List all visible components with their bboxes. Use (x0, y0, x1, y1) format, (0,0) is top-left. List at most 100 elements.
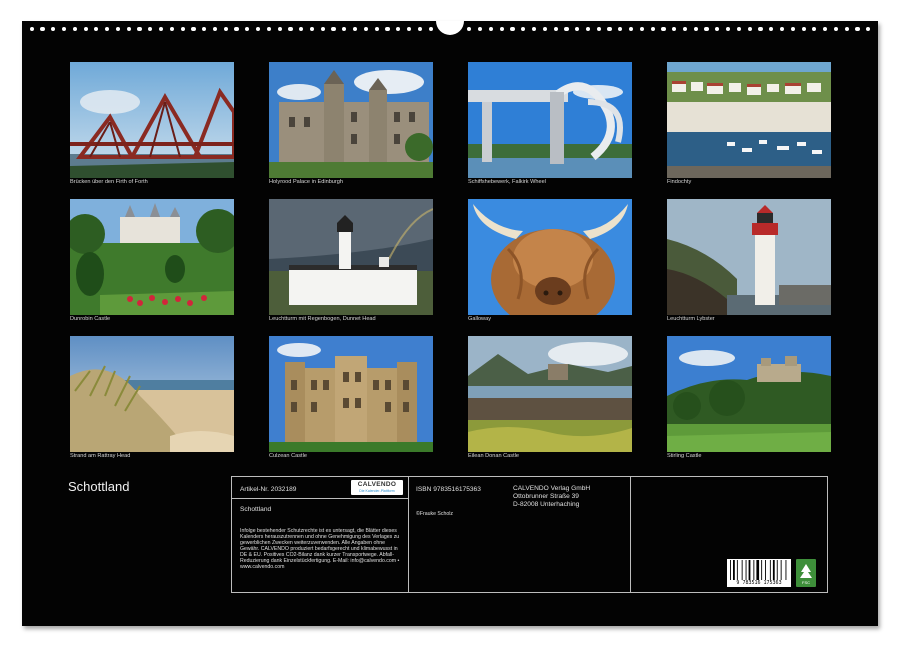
binding-hole (137, 27, 141, 31)
binding-hole (40, 27, 44, 31)
photo-caption: Schiffshebewerk, Falkirk Wheel (468, 179, 638, 185)
photo-forth-bridge (70, 62, 234, 178)
binding-hole (256, 27, 260, 31)
binding-hole (73, 27, 77, 31)
binding-hole (855, 27, 859, 31)
binding-hole (780, 27, 784, 31)
binding-hole (629, 27, 633, 31)
binding-hole (478, 27, 482, 31)
binding-hole (418, 27, 422, 31)
binding-hole (726, 27, 730, 31)
binding-hole (521, 27, 525, 31)
binding-hole (364, 27, 368, 31)
barcode-bar (777, 560, 778, 580)
binding-hole (715, 27, 719, 31)
photo-stirling-castle (667, 336, 831, 452)
binding-hole (791, 27, 795, 31)
binding-hole (554, 27, 558, 31)
binding-hole (802, 27, 806, 31)
isbn: ISBN 9783516175363 (416, 486, 481, 493)
binding-hole (127, 27, 131, 31)
binding-hole (84, 27, 88, 31)
photo-eilean-donan-castle (468, 336, 632, 452)
binding-hole (105, 27, 109, 31)
binding-hole (532, 27, 536, 31)
photo-falkirk-wheel (468, 62, 632, 178)
binding-hole (342, 27, 346, 31)
binding-hole (310, 27, 314, 31)
photo-caption: Leuchtturm mit Regenbogen, Dunnet Head (269, 316, 439, 322)
binding-hole (618, 27, 622, 31)
binding-hole (661, 27, 665, 31)
barcode-bar (753, 560, 754, 580)
binding-hole (640, 27, 644, 31)
binding-hole (607, 27, 611, 31)
photo-caption: Holyrood Palace in Edinburgh (269, 179, 439, 185)
binding-hole (543, 27, 547, 31)
binding-hole (353, 27, 357, 31)
fsc-label: FSC (796, 580, 816, 585)
binding-hole (51, 27, 55, 31)
binding-hole (704, 27, 708, 31)
binding-hole (769, 27, 773, 31)
barcode-bar (773, 560, 775, 580)
publisher-street: Ottobrunner Straße 39 (513, 493, 579, 500)
binding-hole (396, 27, 400, 31)
photo-rattray-head-beach (70, 336, 234, 452)
barcode-bar (781, 560, 782, 580)
photo-caption: Culzean Castle (269, 453, 439, 459)
photo-findochty (667, 62, 831, 178)
binding-hole (385, 27, 389, 31)
binding-hole (694, 27, 698, 31)
binding-hole (181, 27, 185, 31)
barcode-number: 9 783516 175363 (727, 580, 791, 586)
photo-caption: Dunrobin Castle (70, 316, 240, 322)
barcode-bar (730, 560, 731, 580)
binding-hole (489, 27, 493, 31)
isbn-barcode: 9 783516 175363 (727, 559, 791, 587)
binding-hole (834, 27, 838, 31)
binding-hole (170, 27, 174, 31)
binding-hole (159, 27, 163, 31)
binding-hole (651, 27, 655, 31)
barcode-bar (786, 560, 787, 580)
fsc-logo: FSC (796, 559, 816, 587)
barcode-bar (770, 560, 771, 580)
binding-hole (683, 27, 687, 31)
photographer-credit: ©Frauke Scholz (416, 511, 453, 517)
binding-hole (500, 27, 504, 31)
binding-hole (429, 27, 433, 31)
calvendo-logo: CALVENDO Die Kalender-Plattform (351, 480, 403, 495)
binding-hole (224, 27, 228, 31)
binding-hole (202, 27, 206, 31)
photo-dunnet-head-lighthouse (269, 199, 433, 315)
barcode-bar (742, 560, 743, 580)
binding-hole (288, 27, 292, 31)
barcode-bar (761, 560, 762, 580)
binding-hole (845, 27, 849, 31)
photo-caption: Brücken über den Firth of Forth (70, 179, 240, 185)
barcode-bar (749, 560, 751, 580)
photo-caption: Galloway (468, 316, 638, 322)
binding-hole (191, 27, 195, 31)
photo-caption: Stirling Castle (667, 453, 837, 459)
publisher-name: CALVENDO Verlag GmbH (513, 485, 590, 492)
article-number: Artikel-Nr. 2032189 (240, 486, 296, 493)
binding-hole (62, 27, 66, 31)
binding-hole (564, 27, 568, 31)
photo-caption: Strand am Rattray Head (70, 453, 240, 459)
binding-hole (331, 27, 335, 31)
binding-hole (586, 27, 590, 31)
binding-hole (407, 27, 411, 31)
binding-hole (758, 27, 762, 31)
barcode-bar (746, 560, 747, 580)
barcode-bar (737, 560, 738, 580)
binding-hole (375, 27, 379, 31)
photo-caption: Eilean Donan Castle (468, 453, 638, 459)
binding-hole (866, 27, 870, 31)
binding-hole (116, 27, 120, 31)
binding-hole (737, 27, 741, 31)
binding-hole (267, 27, 271, 31)
binding-hole (321, 27, 325, 31)
binding-hole (575, 27, 579, 31)
